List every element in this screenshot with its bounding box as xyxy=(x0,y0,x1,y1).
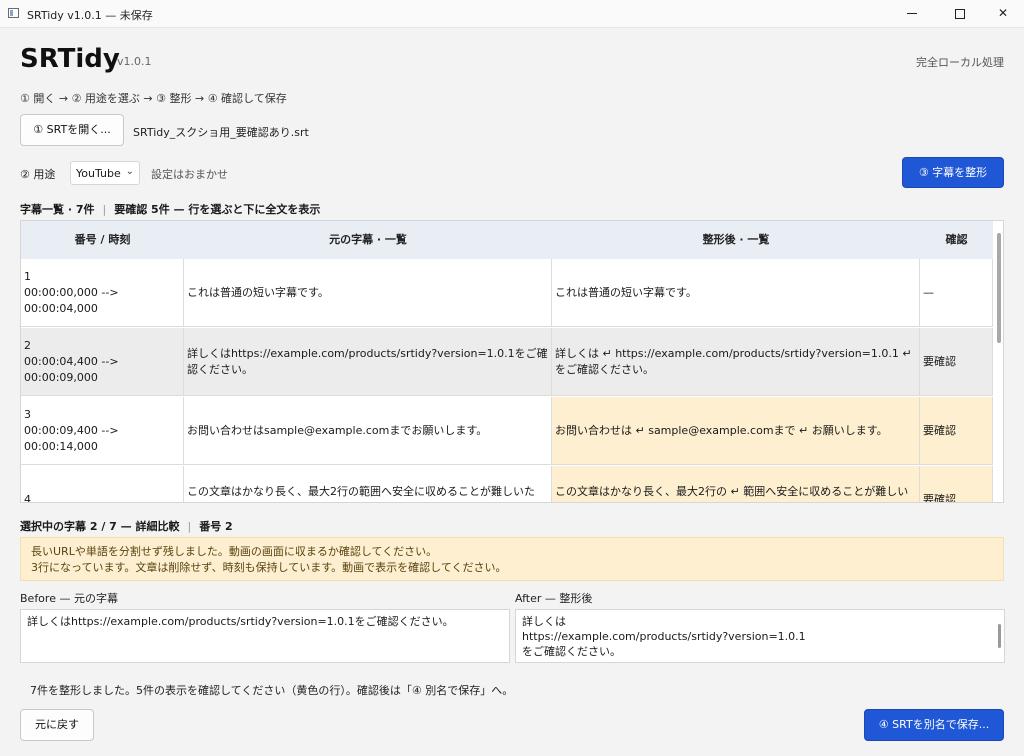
purpose-selected-value: YouTube xyxy=(76,167,121,180)
format-subtitles-button[interactable]: ③ 字幕を整形 xyxy=(902,157,1004,188)
after-label: After — 整形後 xyxy=(515,592,593,605)
close-icon: ✕ xyxy=(997,6,1009,20)
table-header: 番号 / 時刻 元の字幕 · 一覧 整形後 · 一覧 確認 xyxy=(21,221,993,259)
chevron-down-icon: ⌄ xyxy=(125,166,134,177)
before-label: Before — 元の字幕 xyxy=(20,592,118,605)
workflow-steps: ① 開く → ② 用途を選ぶ → ③ 整形 → ④ 確認して保存 xyxy=(20,92,287,105)
table-row[interactable]: 4 この文章はかなり長く、最大2行の範囲へ安全に収めることが難しいため、要 この… xyxy=(21,466,993,502)
table-row-selected[interactable]: 2 00:00:04,400 --> 00:00:09,000 詳しくはhttp… xyxy=(21,328,993,397)
settings-note: 設定はおまかせ xyxy=(151,168,228,181)
cell-original: お問い合わせはsample@example.comまでお願いします。 xyxy=(184,397,552,465)
table-scrollbar[interactable] xyxy=(997,233,1001,343)
purpose-label: ② 用途 xyxy=(20,168,56,181)
detail-heading: 選択中の字幕 2 / 7 — 詳細比較 | 番号 2 xyxy=(20,518,233,534)
status-message: 7件を整形しました。5件の表示を確認してください（黄色の行）。確認後は「④ 別名… xyxy=(30,684,514,697)
cell-number-time: 4 xyxy=(21,466,184,502)
after-line: 詳しくは xyxy=(522,615,566,628)
subtitle-list-title: 字幕一覧 · 7件 xyxy=(20,203,95,216)
cell-number-time: 1 00:00:00,000 --> 00:00:04,000 xyxy=(21,259,184,327)
undo-button[interactable]: 元に戻す xyxy=(20,709,94,741)
maximize-icon xyxy=(955,8,965,19)
cell-formatted: この文章はかなり長く、最大2行の ↵ 範囲へ安全に収めることが難しいため、 xyxy=(552,466,920,502)
window-title: SRTidy v1.0.1 — 未保存 xyxy=(27,9,153,22)
title-bar: SRTidy v1.0.1 — 未保存 ✕ xyxy=(0,0,1024,28)
cell-original: この文章はかなり長く、最大2行の範囲へ安全に収めることが難しいため、要 xyxy=(184,466,552,502)
minimize-button[interactable] xyxy=(889,0,935,27)
cell-status: 要確認 xyxy=(920,397,993,465)
table-row[interactable]: 1 00:00:00,000 --> 00:00:04,000 これは普通の短い… xyxy=(21,259,993,328)
cell-status: — xyxy=(920,259,993,327)
cell-number-time: 3 00:00:09,400 --> 00:00:14,000 xyxy=(21,397,184,465)
subtitle-list-summary: 要確認 5件 — 行を選ぶと下に全文を表示 xyxy=(114,203,321,216)
local-processing-note: 完全ローカル処理 xyxy=(916,56,1004,69)
after-text-box[interactable]: 詳しくは https://example.com/products/srtidy… xyxy=(515,609,1005,663)
table-row[interactable]: 3 00:00:09,400 --> 00:00:14,000 お問い合わせはs… xyxy=(21,397,993,466)
column-header-original[interactable]: 元の字幕 · 一覧 xyxy=(184,221,552,259)
open-srt-button[interactable]: ① SRTを開く... xyxy=(20,114,124,146)
heading-divider: | xyxy=(187,520,192,533)
before-text: 詳しくはhttps://example.com/products/srtidy?… xyxy=(27,615,454,628)
app-name: SRTidy xyxy=(20,44,120,74)
subtitle-table[interactable]: 番号 / 時刻 元の字幕 · 一覧 整形後 · 一覧 確認 1 00:00:00… xyxy=(20,220,1004,503)
heading-divider: | xyxy=(102,203,107,216)
purpose-select[interactable]: YouTube ⌄ xyxy=(70,161,140,185)
cell-formatted: これは普通の短い字幕です。 xyxy=(552,259,920,327)
detail-title: 選択中の字幕 2 / 7 — 詳細比較 xyxy=(20,520,180,533)
maximize-button[interactable] xyxy=(937,0,983,27)
before-text-box[interactable]: 詳しくはhttps://example.com/products/srtidy?… xyxy=(20,609,510,663)
after-scrollbar[interactable] xyxy=(998,624,1001,648)
notice-line: 3行になっています。文章は削除せず、時刻も保持しています。動画で表示を確認してく… xyxy=(31,561,507,574)
column-header-number-time[interactable]: 番号 / 時刻 xyxy=(21,221,184,259)
close-button[interactable]: ✕ xyxy=(980,0,1024,27)
save-as-button[interactable]: ④ SRTを別名で保存... xyxy=(864,709,1004,741)
current-filename: SRTidy_スクショ用_要確認あり.srt xyxy=(133,126,309,139)
minimize-icon xyxy=(907,13,917,14)
cell-status: 要確認 xyxy=(920,328,993,396)
cell-formatted: 詳しくは ↵ https://example.com/products/srti… xyxy=(552,328,920,396)
detail-number: 番号 2 xyxy=(199,520,233,533)
notice-line: 長いURLや単語を分割せず残しました。動画の画面に収まるか確認してください。 xyxy=(31,545,438,558)
app-icon xyxy=(8,8,19,18)
warning-notice: 長いURLや単語を分割せず残しました。動画の画面に収まるか確認してください。 3… xyxy=(20,537,1004,581)
cell-formatted: お問い合わせは ↵ sample@example.comまで ↵ お願いします。 xyxy=(552,397,920,465)
cell-number-time: 2 00:00:04,400 --> 00:00:09,000 xyxy=(21,328,184,396)
after-line: https://example.com/products/srtidy?vers… xyxy=(522,630,806,643)
cell-original: 詳しくはhttps://example.com/products/srtidy?… xyxy=(184,328,552,396)
column-header-status[interactable]: 確認 xyxy=(920,221,993,259)
cell-original: これは普通の短い字幕です。 xyxy=(184,259,552,327)
app-version: v1.0.1 xyxy=(117,55,152,68)
cell-status: 要確認 xyxy=(920,466,993,502)
column-header-formatted[interactable]: 整形後 · 一覧 xyxy=(552,221,920,259)
after-line: をご確認ください。 xyxy=(522,645,621,658)
subtitle-list-heading: 字幕一覧 · 7件 | 要確認 5件 — 行を選ぶと下に全文を表示 xyxy=(20,201,320,217)
